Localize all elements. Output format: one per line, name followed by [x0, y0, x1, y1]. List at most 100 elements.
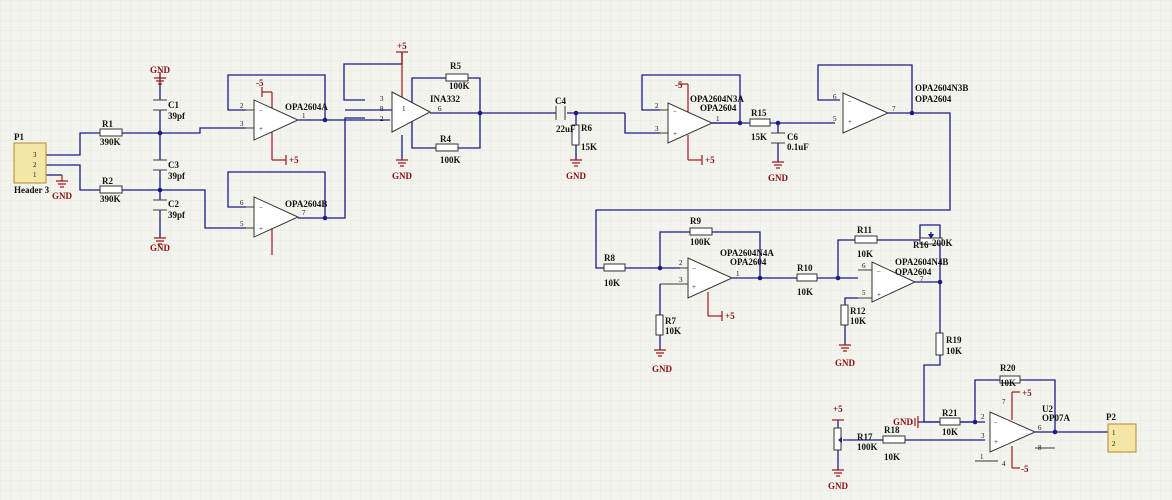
- ref-label: R7: [665, 316, 676, 326]
- ref-label: R5: [450, 61, 461, 71]
- value-label: 100K: [690, 237, 711, 247]
- pin-number: 5: [240, 220, 244, 228]
- ref-label: C3: [168, 160, 179, 170]
- ref-label: C1: [168, 100, 179, 110]
- opamp-ref: OPA2604B: [285, 199, 327, 209]
- value-label: 10K: [946, 346, 962, 356]
- ref-label: R11: [857, 225, 873, 235]
- svg-text:-5: -5: [256, 78, 264, 88]
- svg-text:GND: GND: [768, 173, 789, 183]
- pin-number: 6: [833, 93, 837, 101]
- schematic-canvas: P1 Header 3 3 2 1 P2 1 2 R1 390K R2 390K…: [0, 0, 1172, 500]
- pin-number: 2: [1112, 440, 1116, 448]
- pin-number: 7: [1002, 398, 1006, 406]
- svg-text:GND: GND: [652, 364, 673, 374]
- svg-text:GND: GND: [392, 171, 413, 181]
- pin-number: 2: [33, 161, 37, 169]
- ref-label: C2: [168, 199, 179, 209]
- pin-number: 2: [679, 259, 683, 267]
- resistor-r19[interactable]: R19 10K: [935, 332, 962, 356]
- svg-text:+: +: [259, 125, 263, 133]
- opamp-ref: OPA2604N4B: [895, 257, 948, 267]
- value-label: 10K: [884, 452, 900, 462]
- svg-text:−: −: [259, 204, 263, 212]
- svg-text:−: −: [848, 98, 852, 106]
- pin-number: 7: [302, 209, 306, 217]
- svg-text:−: −: [259, 107, 263, 115]
- pin-number: 3: [981, 432, 985, 440]
- opamp-part: OP07A: [1042, 413, 1070, 423]
- ref-label: R9: [690, 216, 701, 226]
- svg-text:-5: -5: [675, 80, 683, 90]
- pin-number: 8: [380, 105, 384, 113]
- svg-text:+5: +5: [1022, 388, 1032, 398]
- pin-number: 1: [736, 270, 740, 278]
- pin-number: 4: [1002, 460, 1006, 468]
- ref-label: R16: [913, 240, 929, 250]
- pin-number: 3: [655, 125, 659, 133]
- svg-text:GND: GND: [828, 481, 849, 491]
- pin-number: 3: [380, 95, 384, 103]
- pin-number: 1: [716, 115, 720, 123]
- opamp-part: OPA2604: [895, 267, 932, 277]
- svg-text:+5: +5: [833, 404, 843, 414]
- resistor-r21[interactable]: R21 10K: [939, 408, 961, 437]
- pin-number: 1: [302, 112, 306, 120]
- value-label: 22uF: [556, 124, 576, 134]
- connector-name: Header 3: [14, 185, 50, 195]
- value-label: 39pf: [168, 210, 186, 220]
- svg-text:+5: +5: [705, 155, 715, 165]
- opamp-part: OPA2604: [730, 257, 767, 267]
- ref-label: R17: [857, 432, 873, 442]
- pin-number: 7: [892, 105, 896, 113]
- ref-label: R20: [1000, 363, 1016, 373]
- value-label: 10K: [665, 326, 681, 336]
- value-label: 390K: [100, 137, 121, 147]
- ref-label: C4: [555, 96, 566, 106]
- svg-text:GND: GND: [150, 65, 171, 75]
- ref-label: R8: [604, 253, 615, 263]
- ref-label: R19: [946, 335, 962, 345]
- ref-label: C6: [787, 132, 798, 142]
- svg-text:GND: GND: [566, 171, 587, 181]
- pin-number: 6: [862, 262, 866, 270]
- pin-number: 3: [679, 276, 683, 284]
- ref-label: R10: [797, 263, 813, 273]
- pin-number: 2: [240, 102, 244, 110]
- value-label: 100K: [440, 155, 461, 165]
- pin-number: 1: [980, 453, 984, 461]
- svg-text:−: −: [673, 108, 677, 116]
- opamp-ref: OPA2604N3B: [915, 83, 968, 93]
- resistor-r12[interactable]: R12 10K: [840, 304, 866, 326]
- svg-text:GND: GND: [893, 417, 914, 427]
- value-label: 100K: [449, 81, 470, 91]
- connector-ref: P1: [14, 132, 24, 142]
- value-label: 15K: [581, 142, 597, 152]
- pin-number: 6: [240, 199, 244, 207]
- svg-text:+: +: [259, 225, 263, 233]
- value-label: 39pf: [168, 111, 186, 121]
- value-label: 200K: [932, 238, 953, 248]
- value-label: 0.1uF: [787, 142, 809, 152]
- pin-number: 1: [1112, 429, 1116, 437]
- pin-number: 6: [1038, 424, 1042, 432]
- vpos-icon: +5: [396, 41, 408, 53]
- ref-label: R4: [440, 134, 451, 144]
- svg-text:+: +: [848, 118, 852, 126]
- pin-number: 3: [240, 120, 244, 128]
- svg-text:GND: GND: [835, 358, 856, 368]
- value-label: 10K: [857, 249, 873, 259]
- value-label: 39pf: [168, 171, 186, 181]
- pin-number: 5: [833, 115, 837, 123]
- value-label: 15K: [751, 132, 767, 142]
- pin-number: 2: [655, 102, 659, 110]
- svg-text:+: +: [673, 130, 677, 138]
- pin-number: 2: [981, 413, 985, 421]
- svg-text:-5: -5: [1021, 464, 1029, 474]
- connector-ref: P2: [1106, 412, 1116, 422]
- svg-text:+5: +5: [397, 41, 407, 51]
- value-label: 390K: [100, 194, 121, 204]
- value-label: 10K: [604, 278, 620, 288]
- value-label: 10K: [942, 427, 958, 437]
- pin-number: 1: [402, 105, 406, 113]
